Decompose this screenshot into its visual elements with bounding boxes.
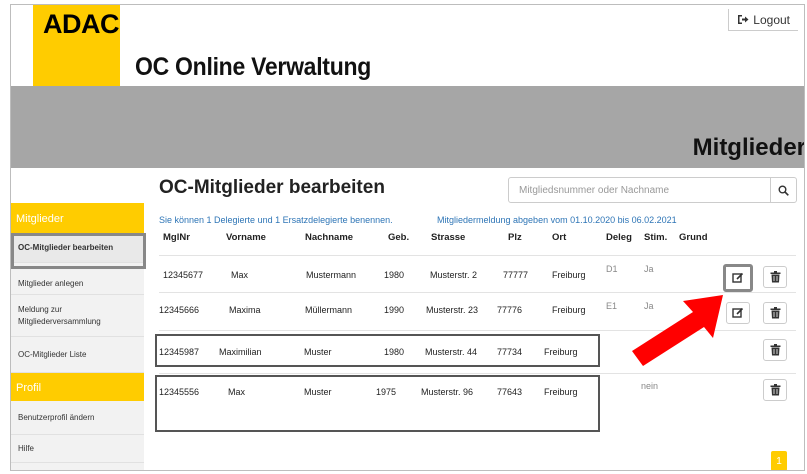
cell-mglnr: 12345666 [159, 305, 200, 315]
edit-icon [732, 272, 744, 283]
app-title: OC Online Verwaltung [135, 53, 372, 81]
edit-button[interactable] [726, 302, 750, 324]
col-header-stim: Stim. [644, 232, 668, 243]
sidebar-section-profil[interactable]: Profil [11, 373, 144, 401]
logout-icon [738, 15, 749, 24]
info-deadline: Mitgliedermeldung abgeben vom 01.10.2020… [437, 215, 677, 225]
trash-icon [770, 307, 780, 319]
sidebar-item-meldung-mitgliederversammlung[interactable]: Meldung zur Mitgliederversammlung [11, 295, 144, 337]
cell-strasse: Musterstr. 2 [430, 270, 478, 280]
cell-plz: 77643 [497, 387, 523, 397]
search-button[interactable] [770, 177, 797, 203]
col-header-ort: Ort [552, 232, 567, 243]
col-header-grund: Grund [679, 232, 708, 243]
col-header-strasse: Strasse [431, 232, 466, 243]
page-heading: Mitglieder [692, 134, 805, 161]
cell-strasse: Musterstr. 96 [421, 387, 474, 397]
sidebar-item-oc-mitglieder-liste[interactable]: OC-Mitglieder Liste [11, 337, 144, 373]
sidebar-item-oc-mitglieder-bearbeiten[interactable]: OC-Mitglieder bearbeiten [11, 233, 144, 263]
col-header-geb: Geb. [388, 232, 410, 243]
row-divider [159, 255, 796, 256]
cell-plz: 77776 [497, 305, 523, 315]
sidebar-item-mitglieder-anlegen[interactable]: Mitglieder anlegen [11, 263, 144, 295]
search-icon [778, 185, 789, 196]
trash-icon [770, 384, 780, 396]
adac-logo: ADAC [33, 5, 120, 87]
col-header-nachname: Nachname [305, 232, 354, 243]
delete-button[interactable] [763, 266, 787, 288]
delete-button[interactable] [763, 379, 787, 401]
cell-vorname: Max [228, 387, 246, 397]
trash-icon [770, 344, 780, 356]
cell-strasse: Musterstr. 44 [425, 347, 478, 357]
main-title: OC-Mitglieder bearbeiten [159, 177, 385, 198]
cell-vorname: Maximilian [219, 347, 262, 357]
delete-button[interactable] [763, 302, 787, 324]
search-input[interactable] [508, 177, 771, 203]
col-header-vorname: Vorname [226, 232, 266, 243]
cell-geb: 1980 [384, 347, 405, 357]
cell-mglnr: 12345677 [163, 270, 204, 280]
cell-strasse: Musterstr. 23 [426, 305, 479, 315]
edit-icon [732, 307, 744, 318]
delete-button[interactable] [763, 339, 787, 361]
cell-deleg: D1 [606, 264, 618, 274]
sidebar-item-hilfe[interactable]: Hilfe [11, 435, 144, 463]
edit-button[interactable] [723, 264, 753, 292]
cell-geb: 1990 [384, 305, 405, 315]
sidebar-spacer [11, 168, 144, 203]
cell-ort: Freiburg [552, 270, 586, 280]
cell-plz: 77777 [503, 270, 529, 280]
logout-button[interactable]: Logout [728, 9, 798, 31]
cell-nachname: Muster [304, 387, 332, 397]
pagination-page-1[interactable]: 1 [771, 451, 787, 470]
header-band: Mitglieder [11, 86, 805, 168]
col-header-deleg: Deleg [606, 232, 632, 243]
sidebar: Mitglieder OC-Mitglieder bearbeiten Mitg… [11, 168, 144, 470]
cell-stim: Ja [644, 264, 654, 274]
cell-geb: 1975 [376, 387, 397, 397]
cell-deleg: E1 [606, 301, 618, 311]
cell-nachname: Mustermann [306, 270, 357, 280]
cell-ort: Freiburg [552, 305, 586, 315]
sidebar-item-label: Meldung zur Mitgliederversammlung [18, 304, 101, 326]
cell-nachname: Müllermann [305, 305, 353, 315]
highlight-row-box [155, 375, 600, 432]
red-arrow-annotation [632, 295, 723, 366]
app-window: ADAC OC Online Verwaltung Logout Mitglie… [10, 4, 805, 471]
sidebar-item-benutzerprofil[interactable]: Benutzerprofil ändern [11, 401, 144, 435]
cell-geb: 1980 [384, 270, 405, 280]
col-header-plz: Plz [508, 232, 522, 243]
info-delegates: Sie können 1 Delegierte und 1 Ersatzdele… [159, 215, 393, 225]
trash-icon [770, 271, 780, 283]
col-header-mglnr: MglNr [163, 232, 190, 243]
cell-plz: 77734 [497, 347, 523, 357]
cell-mglnr: 12345556 [159, 387, 200, 397]
cell-mglnr: 12345987 [159, 347, 200, 357]
sidebar-section-mitglieder[interactable]: Mitglieder [11, 203, 144, 233]
logout-label: Logout [753, 12, 790, 27]
cell-stim: nein [641, 381, 659, 391]
cell-nachname: Muster [304, 347, 332, 357]
cell-ort: Freiburg [544, 387, 578, 397]
cell-vorname: Max [231, 270, 249, 280]
cell-vorname: Maxima [229, 305, 261, 315]
cell-ort: Freiburg [544, 347, 578, 357]
logo-text: ADAC [43, 9, 120, 39]
